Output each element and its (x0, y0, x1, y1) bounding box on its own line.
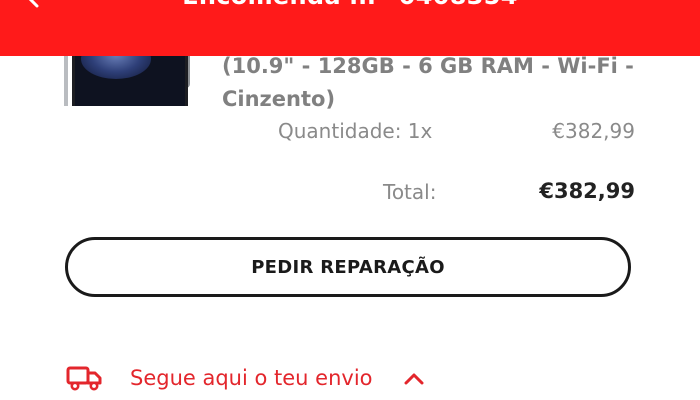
tablet-front (72, 56, 188, 106)
request-repair-label: PEDIR REPARAÇÃO (251, 256, 445, 278)
order-detail-page: Encomenda n.º 0408354 (10.9" - 128GB - 6… (0, 0, 700, 400)
total-label: Total: (383, 180, 437, 204)
request-repair-button[interactable]: PEDIR REPARAÇÃO (65, 237, 631, 297)
track-shipment-label: Segue aqui o teu envio (130, 366, 373, 390)
product-name[interactable]: (10.9" - 128GB - 6 GB RAM - Wi-Fi - Cinz… (222, 50, 652, 116)
quantity-label: Quantidade: 1x (278, 119, 433, 143)
product-thumbnail[interactable] (64, 56, 199, 106)
header-bar: Encomenda n.º 0408354 (0, 0, 700, 56)
tablet-edge (64, 56, 68, 106)
track-shipment-link[interactable]: Segue aqui o teu envio (66, 360, 425, 396)
page-title: Encomenda n.º 0408354 (0, 0, 700, 10)
quantity-price: €382,99 (552, 119, 635, 143)
chevron-up-icon[interactable] (403, 371, 425, 385)
truck-icon (66, 366, 102, 391)
total-value: €382,99 (539, 179, 635, 203)
tablet-screen (81, 56, 151, 79)
